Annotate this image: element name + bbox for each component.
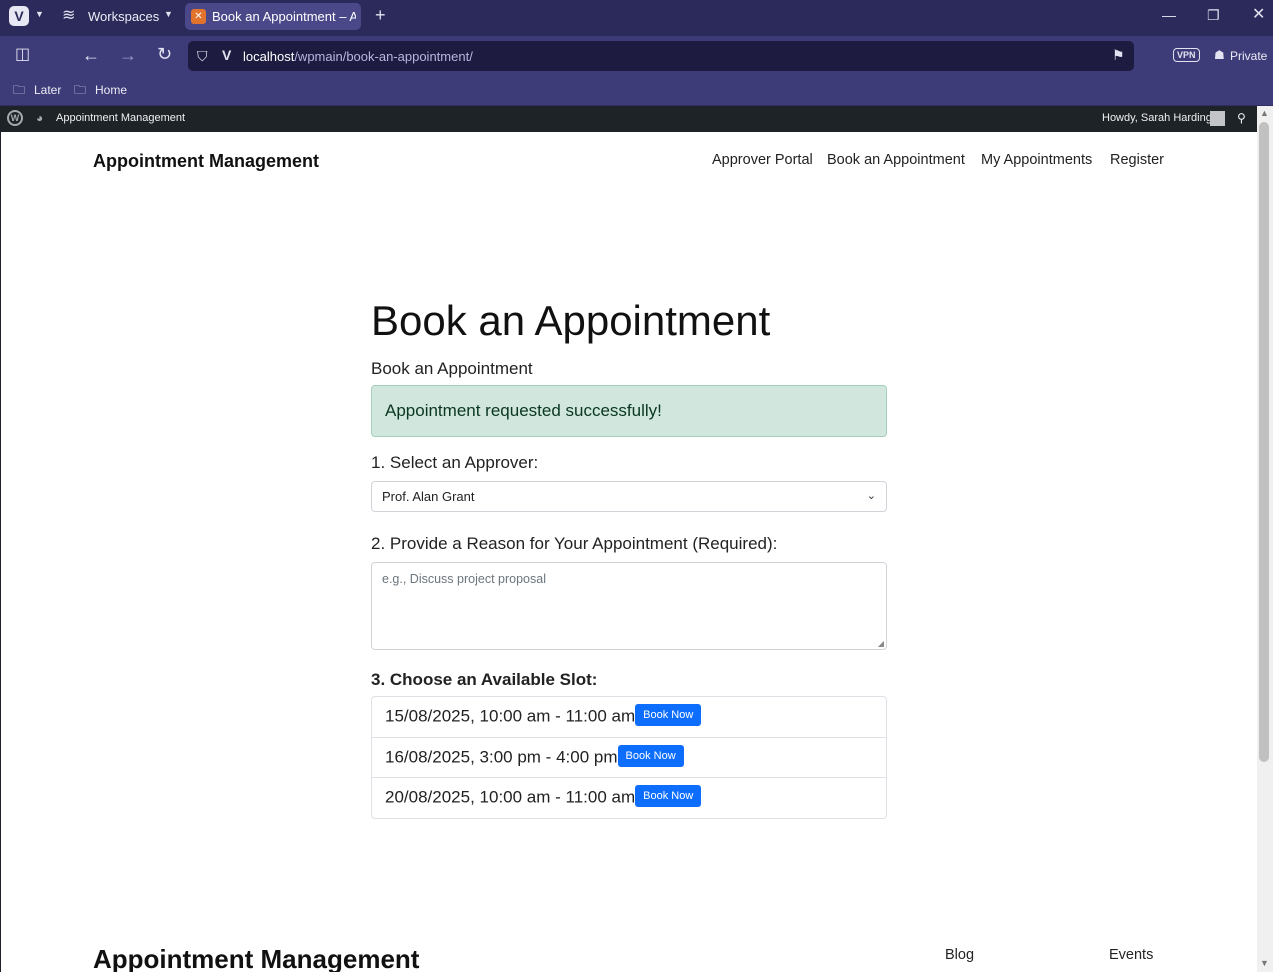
admin-site-name[interactable]: Appointment Management xyxy=(56,112,185,124)
vpn-button[interactable]: VPN xyxy=(1173,48,1200,62)
footer-link-blog[interactable]: Blog xyxy=(945,947,974,963)
slot-time: 20/08/2025, 10:00 am - 11:00 am xyxy=(385,787,636,807)
browser-tab-bar: V ▼ ≋ Workspaces ▼ ✕ Book an Appointment… xyxy=(0,0,1273,36)
list-item: 15/08/2025, 10:00 am - 11:00 am Book Now xyxy=(372,697,886,738)
active-tab[interactable]: ✕ Book an Appointment – Ap xyxy=(185,3,361,30)
reload-icon[interactable]: ↻ xyxy=(157,45,172,63)
admin-greeting[interactable]: Howdy, Sarah Harding xyxy=(1102,112,1212,124)
site-title[interactable]: Appointment Management xyxy=(93,151,319,172)
bookmark-home[interactable]: Home xyxy=(95,83,127,97)
dashboard-icon[interactable]: ◕ xyxy=(36,111,43,125)
tab-favicon-icon: ✕ xyxy=(191,9,206,24)
forward-icon[interactable]: → xyxy=(119,46,137,64)
wp-admin-bar: W ◕ Appointment Management Howdy, Sarah … xyxy=(0,106,1273,132)
url-text: localhost/wpmain/book-an-appointment/ xyxy=(243,49,473,64)
bookmarks-bar: 🗀 Later 🗀 Home xyxy=(0,76,1273,106)
approver-select[interactable]: Prof. Alan Grant ⌄ xyxy=(371,481,887,512)
folder-icon: 🗀 xyxy=(74,83,87,97)
back-icon[interactable]: ← xyxy=(82,46,100,64)
nav-approver-portal[interactable]: Approver Portal xyxy=(712,152,813,168)
nav-my-appointments[interactable]: My Appointments xyxy=(981,152,1092,168)
panel-toggle-icon[interactable]: ◫ xyxy=(15,47,30,63)
book-now-button[interactable]: Book Now xyxy=(617,744,684,767)
bookmark-icon[interactable]: ⚑ xyxy=(1112,48,1125,62)
chevron-down-icon: ⌄ xyxy=(866,490,876,502)
wordpress-icon[interactable]: W xyxy=(7,110,23,126)
slot-time: 16/08/2025, 3:00 pm - 4:00 pm xyxy=(385,746,618,766)
close-window-icon[interactable]: ✕ xyxy=(1252,7,1265,23)
list-item: 20/08/2025, 10:00 am - 11:00 am Book Now xyxy=(372,778,886,819)
private-label: Private xyxy=(1230,49,1268,63)
chevron-down-icon[interactable]: ▼ xyxy=(35,10,44,19)
page-title: Book an Appointment xyxy=(371,297,771,344)
tab-title: Book an Appointment – Ap xyxy=(212,9,356,24)
scroll-up-icon[interactable]: ▲ xyxy=(1260,108,1269,118)
restore-icon[interactable]: ❐ xyxy=(1207,8,1220,22)
scroll-down-icon[interactable]: ▼ xyxy=(1260,958,1269,968)
slot-list: 15/08/2025, 10:00 am - 11:00 am Book Now … xyxy=(371,696,887,819)
minimize-icon[interactable]: — xyxy=(1162,8,1176,22)
page-content: Appointment Management Approver Portal B… xyxy=(1,132,1257,972)
slot-label: 3. Choose an Available Slot: xyxy=(371,670,598,689)
nav-register[interactable]: Register xyxy=(1110,152,1164,168)
nav-book-appointment[interactable]: Book an Appointment xyxy=(827,152,965,168)
vivaldi-menu-icon[interactable]: V xyxy=(9,6,29,26)
reason-placeholder: e.g., Discuss project proposal xyxy=(382,572,546,586)
footer-link-events[interactable]: Events xyxy=(1109,947,1153,963)
scrollbar[interactable]: ▲ ▼ xyxy=(1257,106,1273,972)
reason-textarea[interactable]: e.g., Discuss project proposal ◢ xyxy=(371,562,887,650)
workspaces-icon[interactable]: ≋ xyxy=(62,8,75,24)
book-now-button[interactable]: Book Now xyxy=(635,785,702,807)
footer-title[interactable]: Appointment Management xyxy=(93,944,419,972)
book-now-button[interactable]: Book Now xyxy=(635,704,702,726)
url-field[interactable]: ⛉ V localhost/wpmain/book-an-appointment… xyxy=(188,41,1134,71)
reason-label: 2. Provide a Reason for Your Appointment… xyxy=(371,534,778,553)
scrollbar-thumb[interactable] xyxy=(1259,122,1269,762)
bookmark-later[interactable]: Later xyxy=(34,83,61,97)
form-subheading: Book an Appointment xyxy=(371,359,533,378)
success-alert: Appointment requested successfully! xyxy=(371,385,887,437)
list-item: 16/08/2025, 3:00 pm - 4:00 pm Book Now xyxy=(372,738,886,778)
chevron-down-icon[interactable]: ▼ xyxy=(164,10,173,19)
avatar[interactable] xyxy=(1210,111,1225,126)
site-info-icon[interactable]: V xyxy=(222,48,231,62)
new-tab-icon[interactable]: + xyxy=(375,6,386,24)
search-icon[interactable]: ⚲ xyxy=(1237,111,1246,125)
private-ghost-icon: ☗ xyxy=(1214,48,1225,62)
folder-icon: 🗀 xyxy=(13,83,26,97)
shield-icon[interactable]: ⛉ xyxy=(197,49,208,63)
slot-time: 15/08/2025, 10:00 am - 11:00 am xyxy=(385,706,636,726)
resize-handle-icon[interactable]: ◢ xyxy=(878,639,884,648)
approver-label: 1. Select an Approver: xyxy=(371,453,539,472)
approver-selected-value: Prof. Alan Grant xyxy=(382,489,475,504)
workspaces-label[interactable]: Workspaces xyxy=(88,9,159,24)
